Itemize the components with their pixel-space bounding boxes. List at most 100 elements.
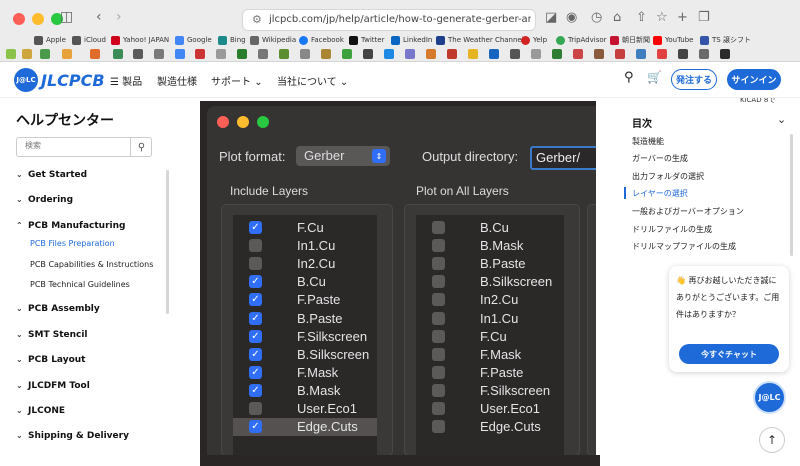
close-window-button[interactable]	[13, 13, 25, 25]
sidebar-section-smt-stencil[interactable]: ⌄ SMT Stencil	[16, 330, 88, 340]
bookmark-linkedin[interactable]: LinkedIn	[391, 33, 432, 47]
new-tab-icon[interactable]: +	[677, 10, 688, 25]
sidebar-section-pcb-assembly[interactable]: ⌄ PCB Assembly	[16, 304, 100, 314]
toc-item-manufacturing[interactable]: 製造機能	[632, 136, 664, 147]
order-button[interactable]: 発注する	[671, 69, 717, 90]
pinned-tab-icon[interactable]	[636, 49, 646, 59]
bookmark-youtube[interactable]: YouTube	[653, 33, 693, 47]
pinned-tab-icon[interactable]	[699, 49, 709, 59]
sidebar-scrollbar[interactable]	[166, 170, 169, 314]
pinned-tab-icon[interactable]	[468, 49, 478, 59]
jlcpcb-logo[interactable]: J@LC JLCPCB	[14, 68, 105, 92]
pinned-tab-icon[interactable]	[6, 49, 16, 59]
pinned-tab-icon[interactable]	[405, 49, 415, 59]
pinned-tab-icon[interactable]	[531, 49, 541, 59]
reader-icon[interactable]: ◪	[545, 10, 557, 25]
pinned-tab-icon[interactable]	[447, 49, 457, 59]
pinned-tab-icon[interactable]	[510, 49, 520, 59]
translate-icon[interactable]: ◉	[566, 10, 577, 25]
bookmark-facebook[interactable]: Facebook	[299, 33, 344, 47]
pinned-tab-icon[interactable]	[62, 49, 72, 59]
pinned-tab-icon[interactable]	[321, 49, 331, 59]
sidebar-section-ordering[interactable]: ⌄ Ordering	[16, 195, 73, 205]
pinned-tab-icon[interactable]	[342, 49, 352, 59]
bookmark-yahoo[interactable]: Yahoo! JAPAN	[111, 33, 169, 47]
back-icon[interactable]: ‹	[96, 9, 102, 25]
pinned-tab-icon[interactable]	[237, 49, 247, 59]
pinned-tab-icon[interactable]	[573, 49, 583, 59]
bookmark-google[interactable]: Google	[175, 33, 212, 47]
tab-overview-icon[interactable]: ❐	[698, 10, 710, 25]
cart-icon[interactable]: 🛒	[647, 70, 662, 84]
chat-now-button[interactable]: 今すぐチャット	[679, 344, 779, 364]
pinned-tab-icon[interactable]	[489, 49, 499, 59]
bookmark-asahi[interactable]: 朝日新聞	[610, 33, 650, 47]
pinned-tab-icon[interactable]	[133, 49, 143, 59]
pinned-tab-icon[interactable]	[40, 49, 50, 59]
sidebar-section-get-started[interactable]: ⌄ Get Started	[16, 170, 87, 180]
toc-item-gerber-generation[interactable]: ガーバーの生成	[632, 153, 688, 164]
pinned-tab-icon[interactable]	[363, 49, 373, 59]
share-icon[interactable]: ⇧	[636, 10, 647, 25]
sidebar-toggle-icon[interactable]: ◫	[60, 9, 73, 25]
address-bar[interactable]: ⚙ jlcpcb.com/jp/help/article/how-to-gene…	[242, 9, 536, 31]
sidebar-section-jlcone[interactable]: ⌄ JLCONE	[16, 406, 65, 416]
pinned-tab-icon[interactable]	[154, 49, 164, 59]
back-to-top-icon[interactable]: ↑	[759, 427, 785, 453]
bookmark-bing[interactable]: Bing	[218, 33, 246, 47]
bookmark-ts[interactable]: TS 譲シフト	[700, 33, 751, 47]
bookmark-yelp[interactable]: Yelp	[521, 33, 547, 47]
history-icon[interactable]: ◷	[591, 10, 602, 25]
toc-scrollbar[interactable]	[790, 134, 793, 256]
sidebar-section-pcb-manufacturing[interactable]: ⌃ PCB Manufacturing	[16, 221, 125, 231]
pinned-tab-icon[interactable]	[657, 49, 667, 59]
bookmark-twitter[interactable]: Twitter	[349, 33, 384, 47]
bookmark-apple[interactable]: Apple	[34, 33, 66, 47]
nav-products[interactable]: ☰ 製品	[110, 73, 142, 88]
toc-item-drill-files[interactable]: ドリルファイルの生成	[632, 224, 712, 235]
pinned-tab-icon[interactable]	[216, 49, 226, 59]
pinned-tab-icon[interactable]	[258, 49, 268, 59]
bookmark-icloud[interactable]: iCloud	[72, 33, 106, 47]
pinned-tab-icon[interactable]	[22, 49, 32, 59]
chat-avatar-button[interactable]: J@LC	[753, 381, 786, 414]
toc-item-drill-map[interactable]: ドリルマップファイルの生成	[632, 241, 736, 252]
pinned-tab-icon[interactable]	[279, 49, 289, 59]
forward-icon[interactable]: ›	[116, 9, 122, 25]
pinned-tab-icon[interactable]	[615, 49, 625, 59]
sidebar-section-jlcdfm-tool[interactable]: ⌄ JLCDFM Tool	[16, 381, 90, 391]
pinned-tab-icon[interactable]	[552, 49, 562, 59]
bookmark-tripadvisor[interactable]: TripAdvisor	[556, 33, 607, 47]
pinned-tab-icon[interactable]	[300, 49, 310, 59]
pinned-tab-icon[interactable]	[175, 49, 185, 59]
site-settings-icon[interactable]: ⚙	[252, 13, 262, 26]
chevron-down-icon[interactable]: ⌄	[777, 113, 786, 126]
bookmark-weather[interactable]: The Weather Channel	[436, 33, 524, 47]
sidebar-item-pcb-files-preparation[interactable]: PCB Files Preparation	[30, 239, 115, 248]
toc-item-output-folder[interactable]: 出力フォルダの選択	[632, 171, 704, 182]
toc-item-layer-selection[interactable]: レイヤーの選択	[632, 188, 688, 199]
pinned-tab-icon[interactable]	[384, 49, 394, 59]
pinned-tab-icon[interactable]	[594, 49, 604, 59]
sidebar-section-pcb-layout[interactable]: ⌄ PCB Layout	[16, 355, 86, 365]
search-icon[interactable]: ⚲	[130, 138, 152, 156]
pinned-tab-icon[interactable]	[113, 49, 123, 59]
home-icon[interactable]: ⌂	[613, 10, 621, 25]
toc-item-general-options[interactable]: 一般およびガーバーオプション	[632, 206, 744, 217]
sidebar-search-input[interactable]	[25, 141, 125, 150]
bookmark-icon[interactable]: ☆	[656, 10, 668, 25]
sidebar-section-shipping[interactable]: ⌄ Shipping & Delivery	[16, 431, 129, 441]
pinned-tab-icon[interactable]	[678, 49, 688, 59]
nav-about[interactable]: 当社について ⌄	[277, 73, 348, 88]
search-icon[interactable]: ⚲	[624, 70, 634, 85]
signin-button[interactable]: サインイン	[727, 69, 781, 90]
pinned-tab-icon[interactable]	[720, 49, 730, 59]
pinned-tab-icon[interactable]	[90, 49, 100, 59]
sidebar-item-pcb-capabilities[interactable]: PCB Capabilities & Instructions	[30, 260, 153, 269]
pinned-tab-icon[interactable]	[426, 49, 436, 59]
minimize-window-button[interactable]	[32, 13, 44, 25]
nav-support[interactable]: サポート ⌄	[211, 73, 263, 88]
bookmark-wikipedia[interactable]: Wikipedia	[250, 33, 296, 47]
nav-specs[interactable]: 製造仕様	[157, 73, 197, 88]
sidebar-item-pcb-technical-guidelines[interactable]: PCB Technical Guidelines	[30, 280, 130, 289]
